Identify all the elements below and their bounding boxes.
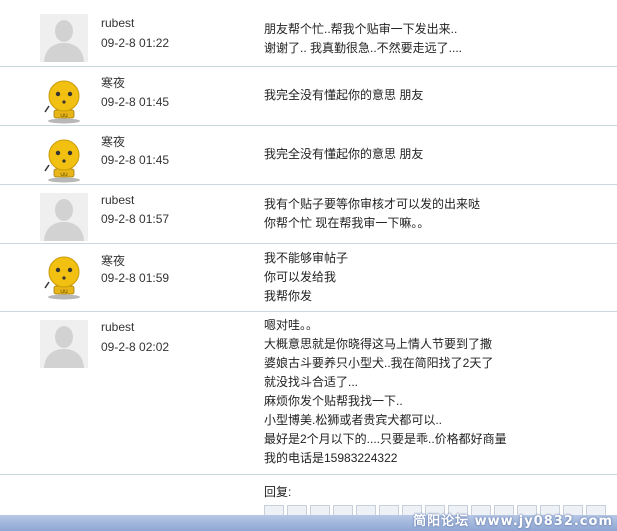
post-timestamp: 09-2-8 01:22 (101, 36, 170, 50)
post-timestamp: 09-2-8 01:57 (101, 212, 170, 226)
avatar[interactable] (40, 320, 88, 368)
post-timestamp: 09-2-8 01:45 (101, 153, 170, 167)
post-message: 我完全没有懂起你的意思 朋友 (264, 145, 564, 164)
site-watermark: 简阳论坛 www.jy0832.com (413, 514, 613, 529)
message-line: 你帮个忙 现在帮我审一下嘛。。 (264, 216, 430, 230)
username-link[interactable]: rubest (101, 16, 134, 30)
svg-text:uu: uu (60, 112, 68, 119)
username-link[interactable]: rubest (101, 193, 134, 207)
message-line: 我的电话是15983224322 (264, 451, 398, 465)
username-link[interactable]: 寒夜 (101, 133, 125, 150)
message-line: 就没找斗合适了... (264, 375, 359, 389)
post-message: 我不能够审帖子 你可以发给我 我帮你发 (264, 249, 564, 306)
avatar[interactable]: uu (40, 76, 88, 124)
message-line: 我完全没有懂起你的意思 朋友 (264, 88, 424, 102)
message-line: 我完全没有懂起你的意思 朋友 (264, 147, 424, 161)
message-line: 你可以发给我 (264, 270, 337, 284)
username-link[interactable]: 寒夜 (101, 252, 125, 269)
post-timestamp: 09-2-8 01:45 (101, 95, 170, 109)
avatar[interactable]: uu (40, 135, 88, 183)
username-link[interactable]: 寒夜 (101, 74, 125, 91)
message-line: 最好是2个月以下的....只要是乖..价格都好商量 (264, 432, 507, 446)
post-timestamp: 09-2-8 02:02 (101, 340, 170, 354)
avatar[interactable] (40, 193, 88, 241)
message-line: 嗯对哇。。 (264, 318, 319, 332)
post-message: 我完全没有懂起你的意思 朋友 (264, 86, 564, 105)
post-message: 嗯对哇。。大概意思就是你晓得这马上情人节要到了撒 婆娘古斗要养只小型犬..我在简阳… (264, 316, 564, 468)
message-line: 我有个贴子要等你审核才可以发的出来哒 (264, 197, 481, 211)
reply-label: 回复: (264, 485, 292, 499)
svg-text:uu: uu (60, 171, 68, 178)
avatar[interactable]: uu (40, 252, 88, 300)
avatar[interactable] (40, 14, 88, 62)
message-line: 我帮你发 (264, 289, 313, 303)
post-timestamp: 09-2-8 01:59 (101, 271, 170, 285)
message-line: 婆娘古斗要养只小型犬..我在简阳找了2天了 (264, 356, 494, 370)
username-link[interactable]: rubest (101, 320, 134, 334)
message-line: 小型博美.松狮或者贵宾犬都可以.. (264, 413, 443, 427)
svg-text:uu: uu (60, 288, 68, 295)
message-line: 大概意思就是你晓得这马上情人节要到了撒 (264, 337, 493, 351)
post-message: 我有个贴子要等你审核才可以发的出来哒 你帮个忙 现在帮我审一下嘛。。 (264, 195, 564, 233)
message-line: 朋友帮个忙..帮我个贴审一下发出来.. (264, 22, 458, 36)
message-line: 我不能够审帖子 (264, 251, 349, 265)
message-line: 谢谢了.. 我真勤很急..不然要走远了.... (264, 41, 463, 55)
message-line: 麻烦你发个贴帮我找一下.. (264, 394, 403, 408)
post-message: 朋友帮个忙..帮我个贴审一下发出来.. 谢谢了.. 我真勤很急..不然要走远了..… (264, 20, 564, 58)
